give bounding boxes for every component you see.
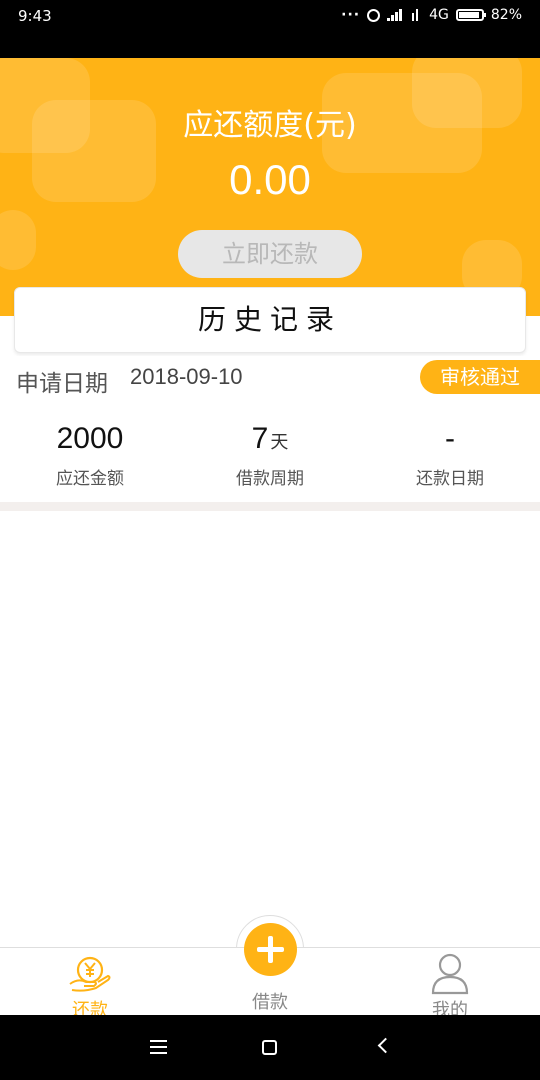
loan-period-unit: 天 xyxy=(270,432,289,453)
home-icon[interactable] xyxy=(262,1040,277,1055)
network-type: 4G xyxy=(429,7,449,23)
tab-mine[interactable]: 我的 xyxy=(410,948,490,1021)
status-badge: 审核通过 xyxy=(420,360,540,394)
borrow-plus-icon[interactable] xyxy=(244,923,297,976)
apply-date-value: 2018-09-10 xyxy=(130,364,243,389)
stat-amount: 2000 应还金额 xyxy=(0,420,180,490)
menu-icon[interactable] xyxy=(150,1040,167,1054)
loan-period-number: 7 xyxy=(251,422,269,455)
loan-record-item[interactable]: 申请日期 2018-09-10 审核通过 2000 应还金额 7天 借款周期 -… xyxy=(0,356,540,502)
back-icon[interactable] xyxy=(377,1037,394,1054)
repay-header: 应还额度(元) 0.00 立即还款 xyxy=(0,58,540,316)
user-icon xyxy=(431,953,469,995)
repay-date-label: 还款日期 xyxy=(416,469,484,489)
tab-repay[interactable]: 还款 xyxy=(50,948,130,1021)
header-decoration xyxy=(0,210,36,270)
stat-period: 7天 借款周期 xyxy=(180,420,360,490)
repay-limit-title: 应还额度(元) xyxy=(183,108,357,143)
history-record-title: 历史记录 xyxy=(14,287,526,353)
repay-now-button[interactable]: 立即还款 xyxy=(178,230,362,278)
signal-icon xyxy=(387,9,405,21)
loan-period-label: 借款周期 xyxy=(236,469,304,489)
loan-stats: 2000 应还金额 7天 借款周期 - 还款日期 xyxy=(0,420,540,490)
repay-amount: 0.00 xyxy=(229,156,311,203)
system-nav-bar xyxy=(0,1015,540,1080)
repay-amount-label: 应还金额 xyxy=(56,469,124,489)
repay-date-value: - xyxy=(445,422,455,455)
battery-percent: 82% xyxy=(490,7,522,23)
more-dots-icon: ··· xyxy=(341,7,361,23)
battery-fill xyxy=(458,12,479,18)
battery-icon xyxy=(455,9,486,21)
alarm-icon xyxy=(367,8,381,22)
repay-amount-value: 2000 xyxy=(56,422,124,455)
stat-repay-date: - 还款日期 xyxy=(360,420,540,490)
status-bar: 9:43 ··· 4G 82% xyxy=(0,0,540,58)
section-divider xyxy=(0,502,540,511)
yen-hand-icon xyxy=(69,956,111,992)
app-screen: 9:43 ··· 4G 82% 应还额度(元) 0.00 立即还款 历史记录 申 xyxy=(0,0,540,1080)
tab-borrow-label: 借款 xyxy=(252,992,288,1013)
loan-period-value: 7天 xyxy=(180,420,360,458)
apply-date-label: 申请日期 xyxy=(16,371,108,397)
status-time: 9:43 xyxy=(18,7,52,25)
status-icons: ··· 4G 82% xyxy=(341,7,522,23)
signal-icon-2 xyxy=(412,9,422,21)
